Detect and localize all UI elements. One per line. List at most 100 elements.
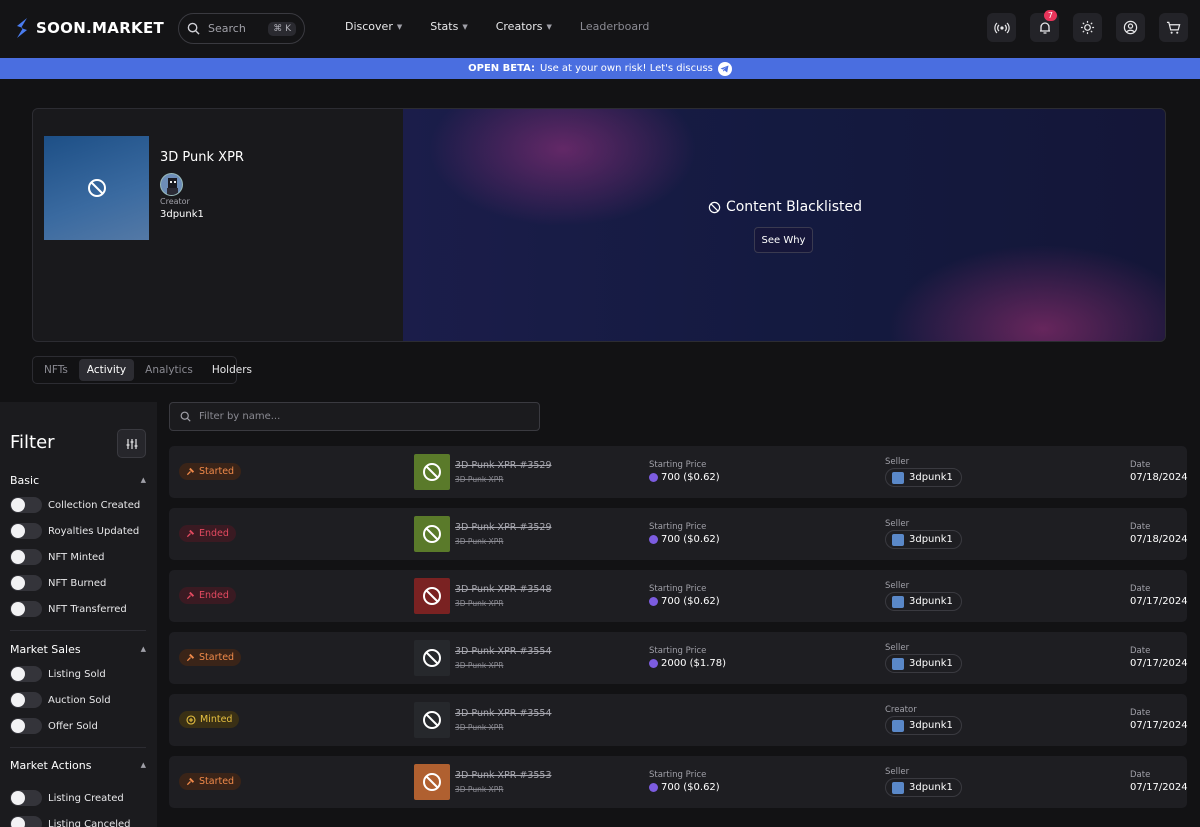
notifications-button[interactable]: 7: [1030, 10, 1059, 42]
party-chip[interactable]: 3dpunk1: [885, 654, 962, 673]
nft-thumbnail[interactable]: [414, 764, 450, 800]
tab-nfts[interactable]: NFTs: [36, 359, 76, 381]
toggle-switch[interactable]: [10, 692, 42, 708]
section-header-market-actions[interactable]: Market Actions ▲: [10, 757, 146, 773]
creator-label: Creator: [160, 197, 190, 206]
activity-filter-input[interactable]: Filter by name...: [169, 402, 540, 431]
nav-stats[interactable]: Stats ▼: [430, 20, 467, 33]
blocked-icon: [423, 525, 441, 543]
activity-row[interactable]: Started 3D Punk XPR #3553 3D Punk XPR Start…: [169, 756, 1188, 808]
creator-name[interactable]: 3dpunk1: [160, 209, 204, 220]
status-badge: Ended: [179, 525, 236, 542]
toggle-switch[interactable]: [10, 575, 42, 591]
logo-text: SOON.MARKET: [36, 19, 165, 37]
cart-button[interactable]: [1159, 13, 1188, 42]
date-label: Date: [1130, 646, 1151, 656]
search-box[interactable]: Search ⌘ K: [178, 13, 305, 44]
theme-toggle-button[interactable]: [1073, 13, 1102, 42]
blocked-icon: [708, 201, 721, 213]
section-divider: [10, 747, 146, 748]
search-placeholder: Search: [208, 22, 246, 35]
activity-row[interactable]: Minted 3D Punk XPR #3554 3D Punk XPR Creato…: [169, 694, 1188, 746]
filter-settings-button[interactable]: [117, 429, 146, 458]
nav-stats-label: Stats: [430, 20, 459, 33]
party-label: Creator: [885, 705, 917, 715]
price-label: Starting Price: [649, 584, 707, 594]
price-label: Starting Price: [649, 770, 707, 780]
toggle-switch[interactable]: [10, 790, 42, 806]
toggle-label: NFT Minted: [48, 551, 105, 563]
party-name: 3dpunk1: [909, 782, 953, 793]
toggle-row: Collection Created: [10, 492, 146, 518]
price-value: 700 ($0.62): [649, 782, 720, 793]
nft-thumbnail[interactable]: [414, 516, 450, 552]
nft-name[interactable]: 3D Punk XPR #3529: [455, 460, 552, 471]
activity-row[interactable]: Started 3D Punk XPR #3529 3D Punk XPR Start…: [169, 446, 1188, 498]
chevron-down-icon: ▼: [546, 22, 552, 31]
nft-name[interactable]: 3D Punk XPR #3529: [455, 522, 552, 533]
gavel-icon: [186, 653, 195, 662]
chevron-up-icon: ▲: [140, 761, 146, 769]
toggle-switch[interactable]: [10, 666, 42, 682]
creator-avatar[interactable]: [160, 173, 183, 196]
nft-name[interactable]: 3D Punk XPR #3553: [455, 770, 552, 781]
logo[interactable]: SOON.MARKET: [14, 17, 164, 39]
toggle-label: Listing Sold: [48, 668, 106, 680]
nft-thumbnail[interactable]: [414, 702, 450, 738]
price-text: 700 ($0.62): [661, 534, 720, 545]
party-label: Seller: [885, 767, 910, 777]
tab-analytics[interactable]: Analytics: [137, 359, 201, 381]
toggle-row: Listing Canceled: [10, 811, 146, 827]
price-label: Starting Price: [649, 460, 707, 470]
section-header-basic[interactable]: Basic ▲: [10, 472, 146, 488]
price-value: 700 ($0.62): [649, 596, 720, 607]
toggle-switch[interactable]: [10, 816, 42, 827]
activity-row[interactable]: Ended 3D Punk XPR #3529 3D Punk XPR Startin…: [169, 508, 1188, 560]
logo-icon: [17, 18, 27, 38]
toggle-switch[interactable]: [10, 718, 42, 734]
gavel-icon: [186, 529, 195, 538]
date-label: Date: [1130, 522, 1151, 532]
party-chip[interactable]: 3dpunk1: [885, 530, 962, 549]
activity-row[interactable]: Started 3D Punk XPR #3554 3D Punk XPR Start…: [169, 632, 1188, 684]
party-chip[interactable]: 3dpunk1: [885, 468, 962, 487]
nft-name[interactable]: 3D Punk XPR #3554: [455, 708, 552, 719]
price-label: Starting Price: [649, 646, 707, 656]
toggle-switch[interactable]: [10, 549, 42, 565]
telegram-icon[interactable]: [717, 61, 732, 76]
nft-name[interactable]: 3D Punk XPR #3554: [455, 646, 552, 657]
party-avatar: [892, 595, 904, 608]
nft-thumbnail[interactable]: [414, 454, 450, 490]
section-header-market-sales[interactable]: Market Sales ▲: [10, 641, 146, 657]
see-why-button[interactable]: See Why: [754, 227, 813, 253]
party-chip[interactable]: 3dpunk1: [885, 716, 962, 735]
tab-holders[interactable]: Holders: [204, 359, 260, 381]
toggle-label: NFT Burned: [48, 577, 107, 589]
beta-text[interactable]: Use at your own risk! Let's discuss: [540, 63, 713, 74]
party-name: 3dpunk1: [909, 472, 953, 483]
gavel-icon: [186, 777, 195, 786]
party-avatar: [892, 471, 904, 484]
nav-creators[interactable]: Creators ▼: [496, 20, 552, 33]
gavel-icon: [186, 467, 195, 476]
party-avatar: [892, 533, 904, 546]
nft-name[interactable]: 3D Punk XPR #3548: [455, 584, 552, 595]
account-button[interactable]: [1116, 13, 1145, 42]
search-shortcut: ⌘ K: [268, 21, 296, 36]
beta-label: OPEN BETA:: [468, 63, 536, 74]
party-chip[interactable]: 3dpunk1: [885, 592, 962, 611]
nft-thumbnail[interactable]: [414, 640, 450, 676]
blocked-icon: [87, 179, 106, 197]
toggle-row: Listing Created: [10, 785, 146, 811]
nav-discover[interactable]: Discover ▼: [345, 20, 402, 33]
live-button[interactable]: [987, 13, 1016, 42]
activity-row[interactable]: Ended 3D Punk XPR #3548 3D Punk XPR Startin…: [169, 570, 1188, 622]
toggle-switch[interactable]: [10, 601, 42, 617]
party-chip[interactable]: 3dpunk1: [885, 778, 962, 797]
nav-leaderboard[interactable]: Leaderboard: [580, 20, 649, 33]
nft-thumbnail[interactable]: [414, 578, 450, 614]
toggle-switch[interactable]: [10, 497, 42, 513]
toggle-switch[interactable]: [10, 523, 42, 539]
tab-activity[interactable]: Activity: [78, 359, 135, 381]
status-text: Started: [199, 652, 235, 663]
